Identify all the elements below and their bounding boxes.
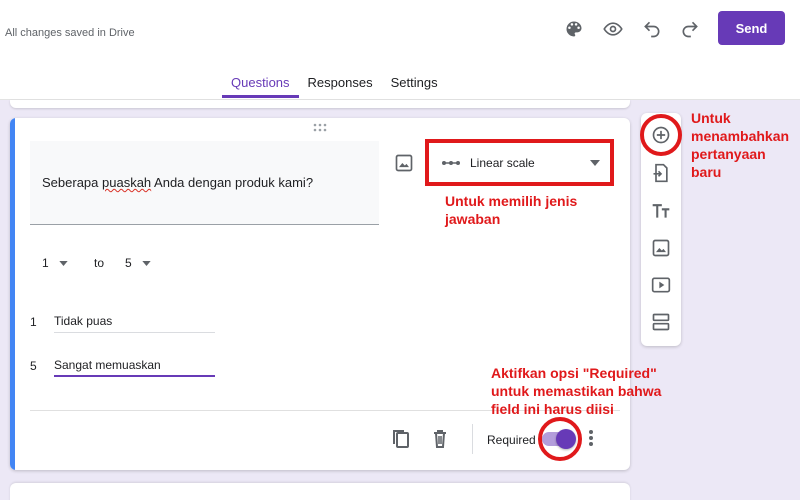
send-button[interactable]: Send bbox=[718, 11, 785, 45]
add-section-icon bbox=[652, 313, 670, 331]
scale-to-label: to bbox=[94, 256, 105, 270]
add-title-button[interactable] bbox=[649, 199, 673, 223]
save-status: All changes saved in Drive bbox=[5, 27, 135, 39]
tab-questions[interactable]: Questions bbox=[222, 72, 299, 98]
delete-icon[interactable] bbox=[430, 428, 450, 450]
previous-card[interactable] bbox=[10, 100, 630, 108]
duplicate-icon[interactable] bbox=[391, 428, 411, 450]
min-label-number: 1 bbox=[30, 315, 37, 329]
eye-icon[interactable] bbox=[600, 16, 626, 42]
question-type-dropdown[interactable]: Linear scale bbox=[432, 143, 612, 183]
question-title-input[interactable]: Seberapa puaskah Anda dengan produk kami… bbox=[30, 141, 379, 225]
redo-icon[interactable] bbox=[677, 16, 703, 42]
scale-min-dropdown[interactable]: 1 bbox=[42, 256, 68, 270]
add-image-button[interactable] bbox=[649, 236, 673, 260]
add-section-button[interactable] bbox=[649, 310, 673, 334]
active-card-indicator bbox=[10, 118, 15, 470]
add-question-button[interactable] bbox=[649, 123, 673, 147]
tab-responses[interactable]: Responses bbox=[299, 72, 382, 98]
side-toolbar bbox=[641, 113, 681, 346]
add-question-icon bbox=[652, 126, 670, 144]
import-questions-icon bbox=[653, 163, 668, 183]
min-label-input[interactable]: Tidak puas bbox=[54, 311, 215, 333]
question-type-label: Linear scale bbox=[470, 156, 535, 170]
add-image-icon bbox=[652, 239, 670, 257]
header: All changes saved in Drive Send Question… bbox=[0, 0, 800, 100]
annotation-add-note: Untuk menambahkan pertanyaan baru bbox=[691, 110, 790, 180]
add-video-icon bbox=[651, 277, 671, 293]
undo-icon[interactable] bbox=[639, 16, 665, 42]
required-label: Required bbox=[487, 433, 536, 447]
question-title-text: Seberapa puaskah Anda dengan produk kami… bbox=[42, 175, 314, 190]
required-toggle[interactable] bbox=[542, 429, 576, 449]
add-image-icon[interactable] bbox=[394, 153, 414, 173]
add-title-icon bbox=[652, 204, 670, 218]
annotation-type-note: Untuk memilih jenis jawaban bbox=[445, 193, 578, 227]
import-questions-button[interactable] bbox=[649, 161, 673, 185]
footer-separator bbox=[472, 424, 473, 454]
next-card[interactable] bbox=[10, 483, 630, 500]
max-label-input[interactable]: Sangat memuaskan bbox=[54, 355, 215, 377]
toggle-thumb bbox=[556, 429, 576, 449]
add-video-button[interactable] bbox=[649, 273, 673, 297]
palette-icon[interactable] bbox=[561, 16, 587, 42]
drag-handle-icon[interactable] bbox=[312, 123, 328, 133]
linear-scale-icon bbox=[442, 161, 460, 165]
tab-settings[interactable]: Settings bbox=[382, 72, 447, 98]
chevron-down-icon bbox=[590, 160, 600, 166]
more-options-icon[interactable] bbox=[586, 428, 596, 448]
max-label-number: 5 bbox=[30, 359, 37, 373]
tab-bar: Questions Responses Settings bbox=[222, 72, 447, 100]
scale-max-dropdown[interactable]: 5 bbox=[125, 256, 151, 270]
chevron-down-icon bbox=[142, 260, 151, 266]
misspelled-word: puaskah bbox=[102, 175, 152, 190]
annotation-required-note: Aktifkan opsi "Required" untuk memastika… bbox=[491, 365, 662, 417]
chevron-down-icon bbox=[59, 260, 68, 266]
